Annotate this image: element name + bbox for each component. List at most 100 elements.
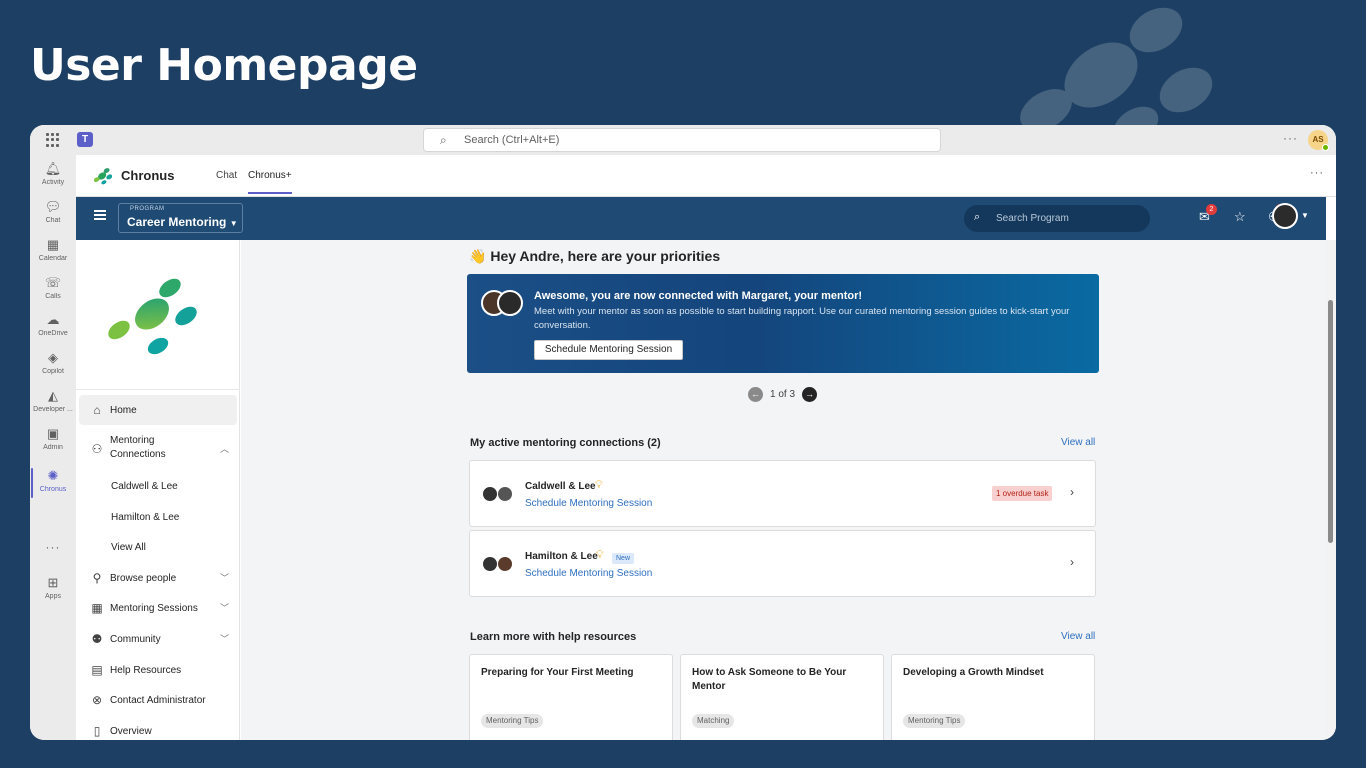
tab-chat[interactable]: Chat (216, 170, 237, 181)
chevron-right-icon[interactable]: › (1070, 555, 1074, 569)
people-icon: ⚇ (91, 442, 103, 456)
resource-card[interactable]: Developing a Growth Mindset Mentoring Ti… (891, 654, 1095, 740)
resource-tag: Mentoring Tips (903, 714, 966, 728)
phone-icon: ☏ (44, 275, 62, 290)
rail-label: OneDrive (38, 330, 68, 337)
more-options-icon[interactable]: ··· (1310, 167, 1324, 179)
caret-down-icon[interactable]: ▼ (1301, 211, 1309, 220)
program-sidebar: ⌂ Home ⚇ Mentoring Connections ︿ Caldwell &… (76, 240, 240, 740)
sidebar-item-mentoring-connections[interactable]: ⚇ Mentoring Connections ︿ (79, 430, 237, 470)
people-search-icon: ⚲ (92, 571, 102, 585)
resource-card[interactable]: How to Ask Someone to Be Your Mentor Mat… (680, 654, 884, 740)
connection-name: Hamilton & Lee (525, 551, 598, 562)
sidebar-item-contact-administrator[interactable]: ⊗ Contact Administrator (79, 685, 237, 715)
banner-body: Meet with your mentor as soon as possibl… (534, 306, 1070, 331)
next-arrow-icon[interactable]: → (802, 387, 817, 402)
rail-item-calls[interactable]: ☏ Calls (30, 273, 76, 309)
rail-item-onedrive[interactable]: ☁︎ OneDrive (30, 310, 76, 346)
rail-label: Calls (45, 293, 61, 300)
rail-label: Activity (41, 179, 65, 186)
program-label: PROGRAM (130, 206, 165, 212)
sidebar-item-label: Hamilton & Lee (111, 512, 180, 523)
avatar (497, 290, 523, 316)
rail-item-apps[interactable]: ⊞ Apps (30, 573, 76, 609)
messages-icon[interactable]: ✉ 2 (1199, 204, 1217, 225)
previous-arrow-icon[interactable]: ← (748, 387, 763, 402)
sidebar-item-community[interactable]: ⚉ Community ﹀ (79, 624, 237, 654)
search-icon: ⌕ (974, 211, 981, 223)
chronus-icon: ✺ (47, 468, 59, 483)
chevron-down-icon: ﹀ (219, 603, 229, 613)
more-apps-icon[interactable]: ··· (30, 540, 76, 554)
profile-avatar[interactable] (1272, 203, 1298, 229)
main-content: 👋 Hey Andre, here are your priorities Aw… (241, 240, 1326, 740)
sidebar-item-view-all[interactable]: View All (79, 532, 237, 562)
schedule-session-link[interactable]: Schedule Mentoring Session (525, 568, 652, 579)
resource-title: Preparing for Your First Meeting (481, 667, 634, 678)
resource-tag: Matching (692, 714, 735, 728)
program-selector[interactable]: PROGRAM Career Mentoring ▼ (118, 203, 243, 233)
sidebar-divider (76, 389, 240, 390)
schedule-mentoring-session-button[interactable]: Schedule Mentoring Session (534, 340, 683, 360)
avatar (497, 486, 513, 502)
sidebar-item-mentoring-sessions[interactable]: ▦ Mentoring Sessions ﹀ (79, 593, 237, 623)
resources-section-title: Learn more with help resources (470, 631, 637, 643)
overdue-task-badge[interactable]: 1 overdue task (992, 486, 1053, 501)
user-avatar[interactable]: AS (1308, 130, 1329, 151)
avatar (497, 556, 513, 572)
teams-window: T ⌕ Search (Ctrl+Alt+E) ··· AS 🔔︎ Activit… (30, 125, 1336, 740)
rail-label: Chat (45, 217, 61, 224)
lightbulb-icon: 💡︎ (596, 549, 604, 561)
program-search-input[interactable]: ⌕ Search Program (964, 205, 1150, 232)
teams-app-rail: 🔔︎ Activity 💬︎ Chat ▦ Calendar ☏ Calls ☁︎ One… (30, 155, 76, 740)
connection-name: Caldwell & Lee (525, 481, 596, 492)
connection-card[interactable]: Caldwell & Lee 💡︎ Schedule Mentoring Ses… (469, 460, 1096, 527)
teams-search-input[interactable]: ⌕ Search (Ctrl+Alt+E) (423, 128, 941, 152)
rail-label: Admin (43, 444, 63, 451)
chevron-right-icon[interactable]: › (1070, 485, 1074, 499)
rail-item-activity[interactable]: 🔔︎ Activity (30, 159, 76, 195)
rail-label: Apps (45, 593, 61, 600)
main-scrollbar[interactable] (1326, 240, 1336, 740)
more-options-icon[interactable]: ··· (1283, 131, 1298, 145)
sidebar-item-overview[interactable]: ▯ Overview (79, 716, 237, 740)
schedule-session-link[interactable]: Schedule Mentoring Session (525, 498, 652, 509)
connections-view-all-link[interactable]: View all (1061, 437, 1095, 448)
rail-item-calendar[interactable]: ▦ Calendar (30, 235, 76, 271)
app-launcher-icon[interactable] (46, 133, 60, 147)
connection-card[interactable]: Hamilton & Lee 💡︎ New Schedule Mentoring… (469, 530, 1096, 597)
avatar (482, 556, 498, 572)
scrollbar-thumb[interactable] (1328, 300, 1333, 543)
caret-down-icon: ▼ (229, 219, 238, 228)
rail-item-admin[interactable]: ▣ Admin (30, 424, 76, 460)
sidebar-item-label: View All (111, 542, 146, 553)
hamburger-menu-icon[interactable] (94, 210, 106, 220)
chevron-down-icon: ﹀ (219, 634, 229, 644)
chronus-watermark-logo (1020, 7, 1213, 130)
resource-tag: Mentoring Tips (481, 714, 544, 728)
rail-item-chronus[interactable]: ✺ Chronus (30, 466, 76, 502)
banner-pager: ← 1 of 3 → (748, 386, 823, 404)
resources-view-all-link[interactable]: View all (1061, 631, 1095, 642)
rail-label: Calendar (38, 255, 68, 262)
sidebar-item-browse-people[interactable]: ⚲ Browse people ﹀ (79, 563, 237, 593)
banner-title: Awesome, you are now connected with Marg… (534, 290, 863, 302)
teams-title-bar: T ⌕ Search (Ctrl+Alt+E) ··· AS (30, 125, 1336, 155)
sidebar-item-help-resources[interactable]: ▤ Help Resources (79, 655, 237, 685)
sidebar-item-hamilton-lee[interactable]: Hamilton & Lee (79, 502, 237, 532)
program-search-placeholder: Search Program (996, 213, 1069, 224)
sidebar-item-caldwell-lee[interactable]: Caldwell & Lee (79, 471, 237, 501)
search-icon: ⌕ (440, 133, 447, 147)
rail-item-copilot[interactable]: ◈ Copilot (30, 348, 76, 384)
rail-item-chat[interactable]: 💬︎ Chat (30, 197, 76, 233)
presence-indicator (1322, 144, 1329, 151)
tab-chronus-plus[interactable]: Chronus+ (248, 170, 292, 194)
new-badge: New (612, 553, 635, 564)
sidebar-item-home[interactable]: ⌂ Home (79, 395, 237, 425)
star-icon[interactable]: ☆ (1234, 209, 1246, 225)
plus-square-icon: ⊞ (47, 575, 59, 590)
sidebar-item-label: Help Resources (110, 665, 182, 676)
connection-avatars (482, 486, 516, 504)
rail-item-developer[interactable]: ◭ Developer ... (30, 386, 76, 422)
resource-card[interactable]: Preparing for Your First Meeting Mentori… (469, 654, 673, 740)
